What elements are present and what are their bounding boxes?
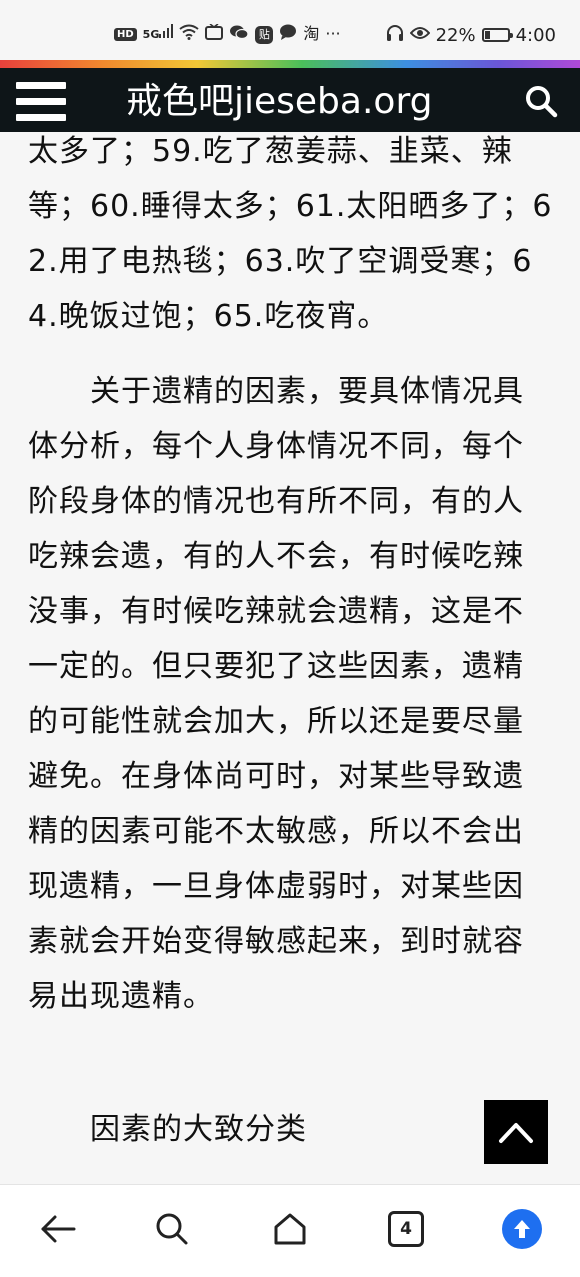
status-bar: HD 5G 贴 淘 ··· 22% 4:00 [0,0,580,60]
tieba-label: 贴 [255,26,274,44]
up-arrow-circle-icon [502,1209,542,1249]
wifi-icon [179,24,199,44]
site-header: 戒色吧jieseba.org [0,68,580,132]
tieba-icon: 贴 [255,24,274,44]
menu-line [16,98,66,105]
menu-line [16,114,66,121]
menu-line [16,82,66,89]
status-bar-right: 22% 4:00 [386,24,556,46]
article-body: 太多了；59.吃了葱姜蒜、韭菜、辣等；60.睡得太多；61.太阳晒多了；62.用… [0,132,580,1184]
message-icon [279,24,297,44]
cellular-signal-icon: 5G [143,24,174,44]
arrow-left-icon [41,1215,76,1243]
headphones-icon [386,24,404,46]
search-icon[interactable] [524,84,558,118]
tv-icon [205,23,224,44]
search-button[interactable] [150,1207,194,1251]
battery-icon [481,28,513,42]
battery-level-fill [484,31,490,39]
chevron-up-icon [499,1123,533,1143]
scroll-up-button[interactable] [500,1207,544,1251]
browser-bottom-nav: 4 [0,1184,580,1277]
hamburger-menu-icon[interactable] [16,82,66,121]
back-button[interactable] [36,1207,80,1251]
article-paragraph: 太多了；59.吃了葱姜蒜、韭菜、辣等；60.睡得太多；61.太阳晒多了；62.用… [28,134,553,334]
taobao-icon: 淘 [303,24,320,43]
battery-percent: 22% [435,24,476,46]
tabs-button[interactable]: 4 [384,1207,428,1251]
wechat-icon [229,24,249,44]
clock-time: 4:00 [515,24,556,46]
hd-badge: HD [114,27,137,41]
back-to-top-button[interactable] [484,1100,548,1164]
site-title[interactable]: 戒色吧jieseba.org [126,80,466,124]
network-type-label: 5G [142,28,160,41]
status-bar-left: HD 5G 贴 淘 ··· [114,23,341,44]
home-icon [274,1213,306,1245]
rainbow-accent-bar [0,60,580,68]
article-paragraph: 关于遗精的因素，要具体情况具体分析，每个人身体情况不同，每个阶段身体的情况也有所… [28,374,524,1014]
more-notifications-icon: ··· [325,24,341,43]
home-button[interactable] [268,1207,312,1251]
tab-count-badge: 4 [388,1211,424,1247]
search-icon [156,1213,188,1245]
eye-comfort-icon [409,26,430,44]
